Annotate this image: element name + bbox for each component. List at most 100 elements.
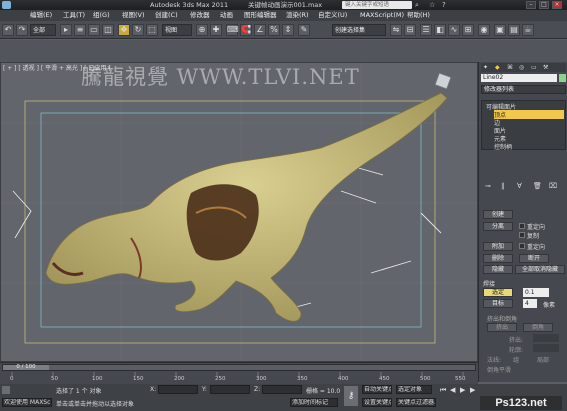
pivot-icon[interactable]: ⊕	[196, 24, 208, 36]
set-key-button[interactable]: 设置关键点	[362, 398, 392, 407]
unhide-all-button[interactable]: 全部取消隐藏	[515, 265, 565, 274]
z-coord-input[interactable]	[262, 385, 302, 394]
align-icon[interactable]: ⊟	[404, 24, 416, 36]
selection-filter-dropdown[interactable]: 全部	[30, 24, 56, 36]
selected-objects-dropdown[interactable]: 选定对象	[396, 385, 432, 394]
x-coord-input[interactable]	[158, 385, 198, 394]
time-slider-thumb[interactable]: 0 / 100	[3, 364, 49, 370]
move-icon[interactable]: ✥	[118, 24, 130, 36]
menu-group[interactable]: 组(G)	[93, 10, 110, 21]
search-input[interactable]: 键入关键字或短语	[342, 1, 412, 9]
outline-input[interactable]	[533, 344, 559, 352]
lock-icon[interactable]	[2, 386, 10, 394]
weld-threshold-input[interactable]: 0.1	[523, 288, 549, 297]
search-icon[interactable]: ⌕	[415, 1, 423, 9]
break-button[interactable]: 断开	[519, 254, 549, 263]
hide-button[interactable]: 隐藏	[483, 265, 513, 274]
make-unique-icon[interactable]: ∀	[517, 182, 522, 190]
split-button[interactable]: 分离	[483, 222, 513, 231]
spinner-snap-icon[interactable]: ⇕	[282, 24, 294, 36]
utilities-tab-icon[interactable]: ⚒	[543, 64, 548, 71]
help-icon[interactable]: ?	[442, 1, 450, 9]
scale-icon[interactable]: ⬚	[146, 24, 158, 36]
create-button[interactable]: 创建	[483, 210, 513, 219]
app-logo-icon[interactable]	[2, 1, 11, 9]
render-setup-icon[interactable]: ▣	[494, 24, 506, 36]
display-tab-icon[interactable]: ▭	[531, 64, 537, 71]
auto-key-button[interactable]: 自动关键点	[362, 385, 392, 394]
modifier-list-dropdown[interactable]: 修改器列表	[481, 85, 566, 94]
remove-modifier-icon[interactable]: 🗑	[533, 182, 542, 190]
prev-frame-icon[interactable]: ◀	[450, 386, 458, 394]
stack-item-vertex[interactable]: 顶点	[494, 110, 564, 119]
menu-maxscript[interactable]: MAXScript(M)	[360, 10, 404, 21]
key-filters-button[interactable]: 关键点过滤器...	[396, 398, 436, 407]
time-slider[interactable]: 0 / 100	[2, 364, 476, 371]
viewport-canvas[interactable]	[1, 63, 478, 362]
menu-help[interactable]: 帮助(H)	[407, 10, 430, 21]
maximize-button[interactable]: □	[539, 1, 549, 9]
perspective-viewport[interactable]: [ + ] [ 透视 ] [ 平滑 + 高光 ] [ 已启用 ] 騰龍視覺 WW…	[0, 62, 478, 362]
next-frame-icon[interactable]: ▶	[470, 386, 478, 394]
graphite-icon[interactable]: ◧	[434, 24, 446, 36]
undo-icon[interactable]: ↶	[2, 24, 14, 36]
curve-editor-icon[interactable]: ∿	[448, 24, 460, 36]
add-time-tag[interactable]: 添加时间标记	[290, 398, 338, 407]
create-tab-icon[interactable]: ✦	[483, 64, 488, 71]
maxscript-listener[interactable]: 欢迎使用 MAXSc	[2, 398, 52, 407]
snap-icon[interactable]: 🧲	[240, 24, 252, 36]
redo-icon[interactable]: ↷	[16, 24, 28, 36]
show-end-result-icon[interactable]: ∥	[501, 182, 505, 190]
delete-button[interactable]: 删除	[483, 254, 513, 263]
layer-manager-icon[interactable]: ☰	[420, 24, 432, 36]
close-button[interactable]: ×	[552, 1, 562, 9]
local-option[interactable]: 局部	[537, 355, 549, 364]
schematic-view-icon[interactable]: ⊞	[462, 24, 474, 36]
menu-tools[interactable]: 工具(T)	[63, 10, 85, 21]
timeline-ruler[interactable]	[2, 372, 476, 384]
menu-graph-editors[interactable]: 图形编辑器	[244, 10, 277, 21]
goto-start-icon[interactable]: ⏮	[440, 386, 448, 394]
play-icon[interactable]: ▶	[460, 386, 468, 394]
object-name-field[interactable]: Line02	[481, 74, 557, 82]
rect-region-icon[interactable]: ▭	[88, 24, 100, 36]
configure-modifier-icon[interactable]: ⌧	[549, 182, 557, 190]
extrude-button[interactable]: 挤出	[487, 323, 517, 332]
menu-edit[interactable]: 编辑(E)	[30, 10, 52, 21]
modify-tab-icon[interactable]: ◆	[495, 64, 500, 71]
mirror-icon[interactable]: ⇋	[390, 24, 402, 36]
named-selection-dropdown[interactable]: 创建选择集	[332, 24, 386, 36]
minimize-button[interactable]: –	[526, 1, 536, 9]
menu-rendering[interactable]: 渲染(R)	[286, 10, 309, 21]
object-color-swatch[interactable]	[559, 74, 566, 82]
angle-snap-icon[interactable]: ∠	[254, 24, 266, 36]
percent-snap-icon[interactable]: %	[268, 24, 280, 36]
menu-create[interactable]: 创建(C)	[155, 10, 178, 21]
manipulate-icon[interactable]: ✚	[210, 24, 222, 36]
select-by-name-icon[interactable]: ≡	[74, 24, 86, 36]
menu-animation[interactable]: 动画	[220, 10, 233, 21]
rendered-frame-icon[interactable]: ▤	[508, 24, 520, 36]
target-pixels-input[interactable]: 4	[523, 299, 537, 308]
window-crossing-icon[interactable]: ◫	[102, 24, 114, 36]
reorient2-checkbox[interactable]	[519, 243, 525, 249]
bevel-button[interactable]: 倒角	[523, 323, 553, 332]
group-option[interactable]: 组	[513, 355, 519, 364]
target-weld-button[interactable]: 目标	[483, 299, 513, 308]
select-object-icon[interactable]: ▸	[60, 24, 72, 36]
motion-tab-icon[interactable]: ◎	[519, 64, 524, 71]
rotate-icon[interactable]: ↻	[132, 24, 144, 36]
menu-views[interactable]: 视图(V)	[122, 10, 145, 21]
edit-named-selection-icon[interactable]: ✎	[298, 24, 310, 36]
stack-item-handle[interactable]: 控制柄	[494, 142, 512, 151]
keyboard-shortcut-icon[interactable]: ⌨	[226, 24, 239, 36]
menu-modifiers[interactable]: 修改器	[190, 10, 210, 21]
key-icon[interactable]: ⚷	[344, 386, 358, 406]
y-coord-input[interactable]	[210, 385, 250, 394]
pin-stack-icon[interactable]: ⊸	[485, 182, 491, 190]
hierarchy-tab-icon[interactable]: ⌘	[507, 64, 513, 71]
material-editor-icon[interactable]: ◉	[478, 24, 490, 36]
star-icon[interactable]: ☆	[429, 1, 437, 9]
extrude-amount-input[interactable]	[533, 334, 559, 342]
attach-button[interactable]: 附加	[483, 242, 513, 251]
